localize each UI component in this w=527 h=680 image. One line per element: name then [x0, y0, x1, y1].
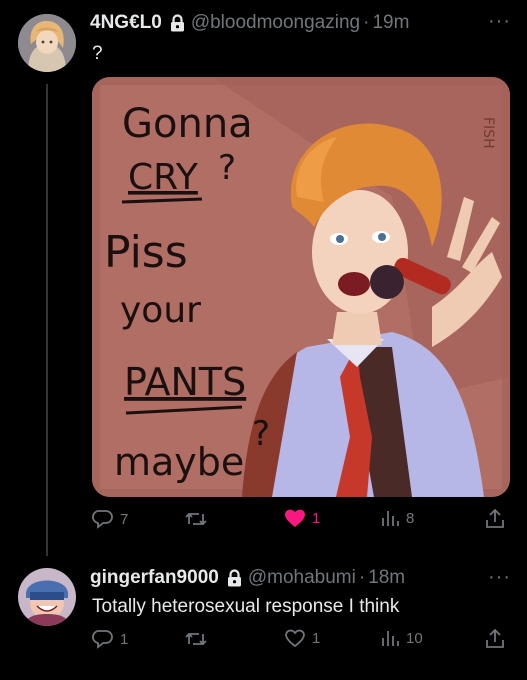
- reply-button[interactable]: 7: [92, 508, 128, 530]
- art-line-8: ?: [252, 414, 270, 454]
- retweet-icon: [185, 512, 207, 526]
- like-button[interactable]: 1: [284, 508, 320, 528]
- reply-count: 1: [120, 630, 129, 648]
- reply-icon: [92, 630, 113, 649]
- action-bar: 1 1 10: [92, 628, 512, 654]
- lock-icon: [170, 14, 184, 32]
- handle[interactable]: @mohabumi: [248, 567, 356, 589]
- art-line-3: ?: [218, 148, 236, 188]
- reply-count: 7: [120, 510, 129, 528]
- reply-button[interactable]: 1: [92, 628, 128, 650]
- separator-dot: ·: [363, 12, 370, 33]
- like-count: 1: [312, 629, 321, 647]
- like-icon: [285, 629, 305, 648]
- views-button[interactable]: 10: [380, 628, 423, 648]
- separator-dot: ·: [358, 567, 366, 588]
- timestamp[interactable]: 19m: [372, 12, 409, 34]
- handle[interactable]: @bloodmoongazing: [191, 12, 360, 34]
- tweet-text: ?: [92, 43, 103, 64]
- art-line-6: PANTS: [124, 360, 246, 404]
- reply-icon: [92, 510, 113, 529]
- avatar[interactable]: [18, 14, 76, 72]
- display-name[interactable]: 4NG€L0: [90, 12, 162, 34]
- action-bar: 7 1 8: [92, 508, 512, 534]
- lock-icon: [227, 569, 241, 587]
- views-count: 10: [406, 629, 423, 647]
- tweet-2[interactable]: gingerfan9000 @mohabumi · 18m ··· Totall…: [0, 560, 527, 680]
- share-icon: [486, 628, 504, 648]
- views-button[interactable]: 8: [380, 508, 414, 528]
- art-line-7: maybe: [114, 440, 244, 484]
- like-count: 1: [312, 509, 321, 527]
- like-button[interactable]: 1: [284, 628, 320, 648]
- retweet-icon: [185, 632, 207, 646]
- retweet-button[interactable]: [184, 628, 214, 650]
- tweet-1[interactable]: 4NG€L0 @bloodmoongazing · 19m ··· ? Gonn…: [0, 0, 527, 560]
- share-button[interactable]: [485, 508, 505, 530]
- more-icon[interactable]: ···: [488, 10, 511, 33]
- artist-signature: FISH: [480, 117, 496, 149]
- like-icon: [285, 509, 305, 527]
- art-line-4: Piss: [104, 227, 188, 278]
- avatar[interactable]: [18, 568, 76, 626]
- art-line-2: CRY: [128, 157, 199, 198]
- views-count: 8: [406, 509, 415, 527]
- artwork-image[interactable]: Gonna CRY ? Piss your PANTS maybe ? FISH: [92, 77, 510, 497]
- timestamp[interactable]: 18m: [368, 567, 405, 589]
- share-icon: [486, 508, 504, 528]
- display-name[interactable]: gingerfan9000: [90, 567, 219, 589]
- views-icon: [382, 631, 399, 646]
- share-button[interactable]: [485, 628, 505, 650]
- views-icon: [382, 511, 399, 526]
- retweet-button[interactable]: [184, 508, 214, 530]
- art-line-5: your: [120, 290, 201, 331]
- more-icon[interactable]: ···: [488, 566, 511, 589]
- art-line-1: Gonna: [122, 101, 253, 147]
- tweet-text: Totally heterosexual response I think: [92, 596, 400, 617]
